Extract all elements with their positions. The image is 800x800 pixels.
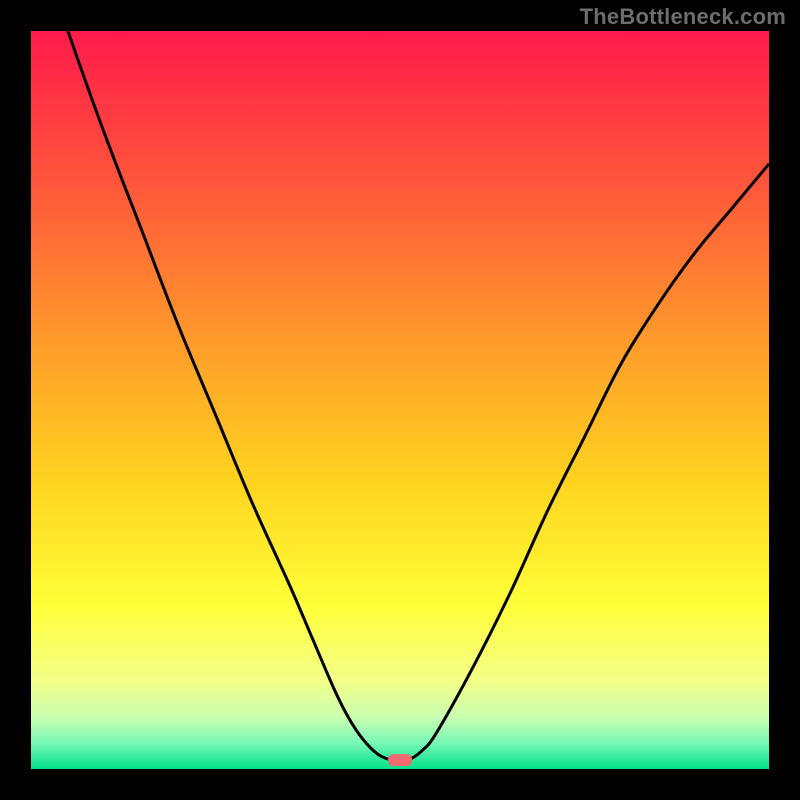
watermark-text: TheBottleneck.com [580, 4, 786, 30]
optimal-point-marker [388, 754, 412, 766]
chart-frame: TheBottleneck.com [0, 0, 800, 800]
plot-area [31, 31, 769, 769]
gradient-background [31, 31, 769, 769]
chart-svg [31, 31, 769, 769]
